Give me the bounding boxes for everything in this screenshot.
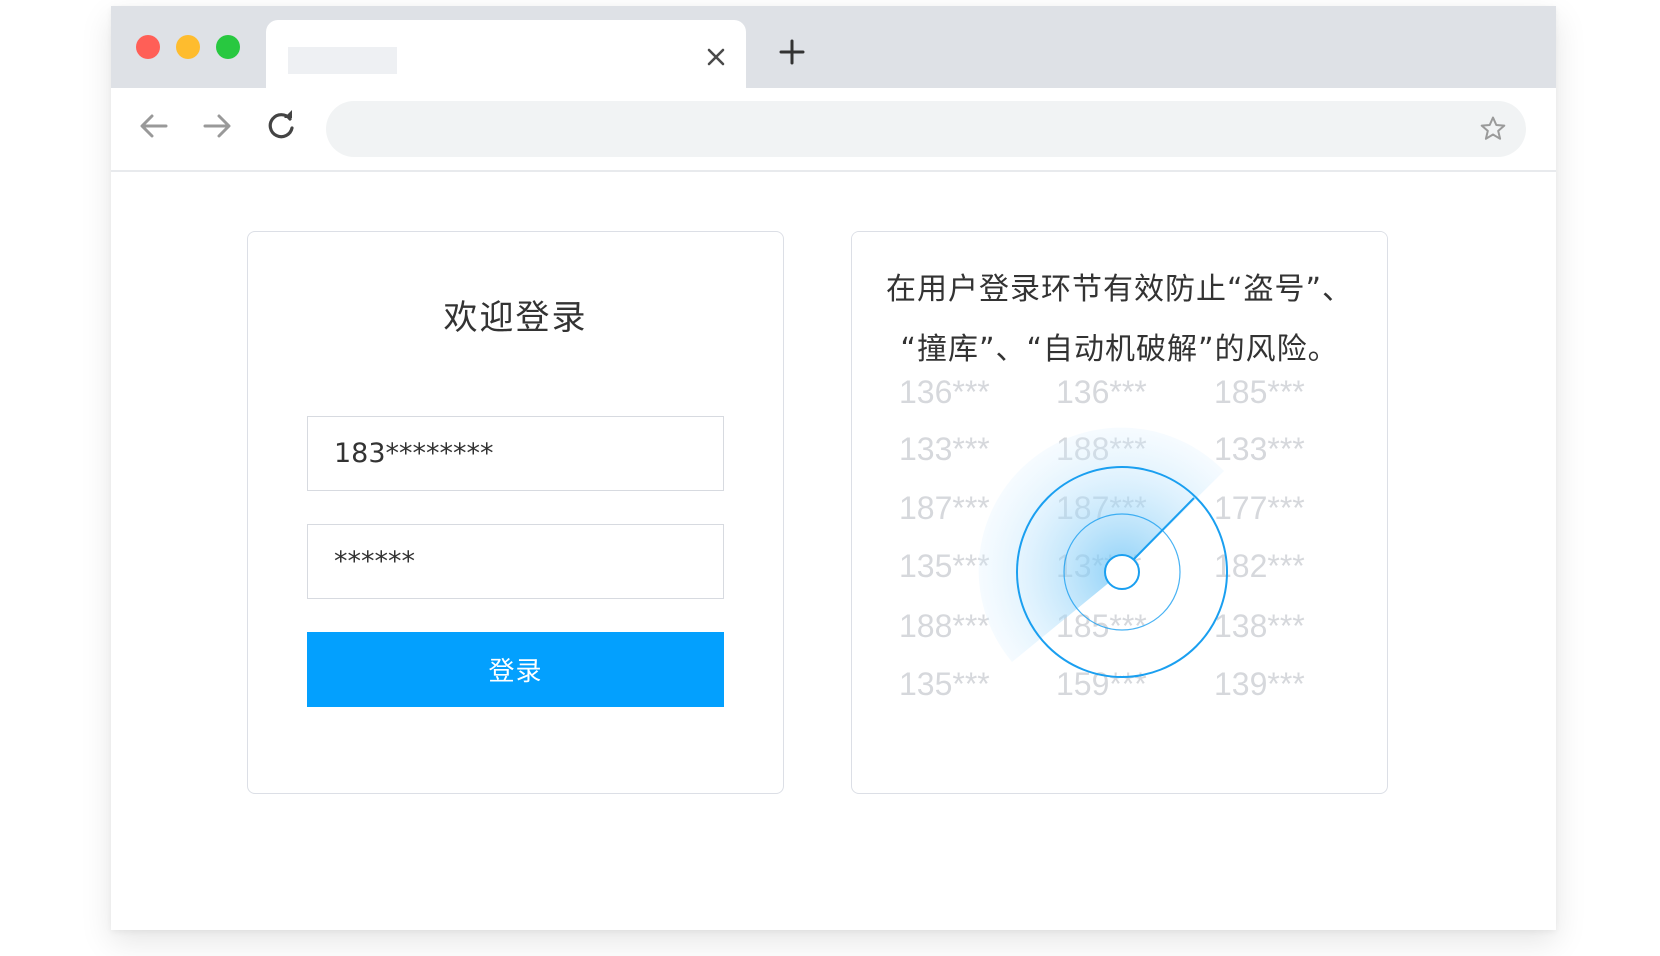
browser-toolbar [111, 88, 1556, 172]
address-bar[interactable] [326, 101, 1526, 157]
close-icon[interactable] [701, 42, 731, 72]
star-icon[interactable] [1478, 114, 1508, 144]
tab-strip [111, 6, 1556, 88]
window-close-dot[interactable] [136, 35, 160, 59]
login-title: 欢迎登录 [443, 298, 588, 338]
phone-input[interactable]: 183******** [307, 416, 724, 491]
plus-icon[interactable] [776, 36, 808, 68]
reload-icon[interactable] [263, 108, 299, 144]
arrow-right-icon[interactable] [199, 108, 235, 144]
risk-card: 136***136***185***133***188***133***187*… [851, 231, 1388, 794]
arrow-left-icon[interactable] [136, 108, 172, 144]
login-button[interactable]: 登录 [307, 632, 724, 707]
tab-title-placeholder [288, 47, 397, 74]
password-input[interactable]: ****** [307, 524, 724, 599]
browser-window: 欢迎登录 183******** ****** 登录 136***136***1… [111, 6, 1556, 930]
login-card: 欢迎登录 183******** ****** 登录 [247, 231, 784, 794]
risk-description: 在用户登录环节有效防止“盗号”、 “撞库”、“自动机破解”的风险。 [885, 272, 1354, 367]
active-tab[interactable] [266, 20, 746, 88]
window-maximize-dot[interactable] [216, 35, 240, 59]
window-minimize-dot[interactable] [176, 35, 200, 59]
